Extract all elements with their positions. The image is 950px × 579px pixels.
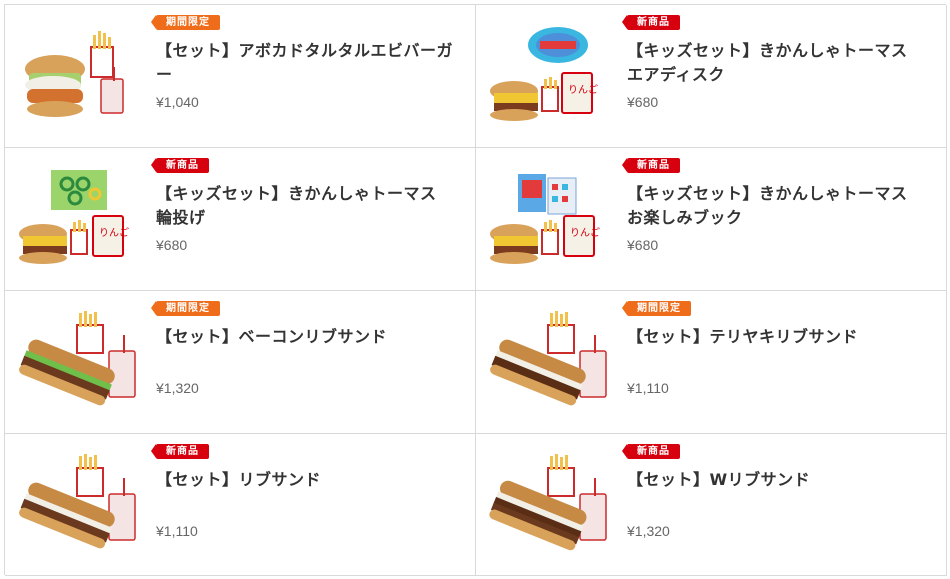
double-rib-sandwich-set-image: [489, 454, 607, 551]
menu-item-card[interactable]: 期間限定 【セット】ベーコンリブサンド ¥1,320: [5, 291, 476, 434]
teriyaki-rib-sandwich-set-image: [490, 311, 607, 406]
item-price: ¥1,320: [627, 523, 670, 539]
kids-set-fun-book-image: りんご: [490, 174, 600, 264]
menu-grid: 期間限定 【セット】アボカドタルタルエビバーガー ¥1,040 りんご 新商品 …: [4, 4, 947, 576]
kids-set-air-disc-image: りんご: [490, 27, 598, 121]
menu-item-card[interactable]: 新商品 【セット】Wリブサンド ¥1,320: [476, 434, 947, 576]
item-price: ¥680: [156, 237, 188, 253]
new-badge: 新商品: [622, 158, 680, 173]
menu-item-card[interactable]: りんご 新商品 【キッズセット】きかんしゃトーマス 輪投げ ¥680: [5, 148, 476, 291]
menu-item-card[interactable]: 期間限定 【セット】テリヤキリブサンド ¥1,110: [476, 291, 947, 434]
item-name: 【キッズセット】きかんしゃトーマス エアディスク: [627, 41, 908, 84]
item-price: ¥1,320: [156, 380, 199, 396]
limited-badge: 期間限定: [151, 15, 220, 30]
kids-set-ring-toss-image: りんご: [19, 170, 129, 264]
rib-sandwich-set-image: [19, 454, 136, 549]
item-price: ¥1,040: [156, 94, 199, 110]
new-badge: 新商品: [622, 444, 680, 459]
new-badge: 新商品: [622, 15, 680, 30]
svg-text:りんご: りんご: [99, 226, 129, 239]
item-price: ¥680: [627, 237, 659, 253]
item-name: 【セット】リブサンド: [156, 470, 322, 489]
item-price: ¥1,110: [156, 523, 198, 539]
menu-item-card[interactable]: 期間限定 【セット】アボカドタルタルエビバーガー ¥1,040: [5, 5, 476, 148]
svg-text:りんご: りんご: [568, 83, 598, 96]
item-name: 【セット】テリヤキリブサンド: [627, 327, 859, 346]
item-name: 【セット】アボカドタルタルエビバーガー: [156, 41, 454, 84]
menu-item-card[interactable]: りんご 新商品 【キッズセット】きかんしゃトーマス エアディスク ¥680: [476, 5, 947, 148]
limited-badge: 期間限定: [622, 301, 691, 316]
bacon-rib-sandwich-set-image: [19, 311, 136, 406]
item-name: 【セット】ベーコンリブサンド: [156, 327, 388, 346]
limited-badge: 期間限定: [151, 301, 220, 316]
item-name: 【キッズセット】きかんしゃトーマス 輪投げ: [156, 184, 437, 227]
item-price: ¥1,110: [627, 380, 669, 396]
new-badge: 新商品: [151, 444, 209, 459]
new-badge: 新商品: [151, 158, 209, 173]
svg-text:りんご: りんご: [570, 226, 600, 239]
avocado-shrimp-burger-set-image: [25, 31, 124, 117]
menu-item-card[interactable]: 新商品 【セット】リブサンド ¥1,110: [5, 434, 476, 576]
item-name: 【キッズセット】きかんしゃトーマス お楽しみブック: [627, 184, 908, 227]
item-price: ¥680: [627, 94, 659, 110]
menu-item-card[interactable]: りんご 新商品 【キッズセット】きかんしゃトーマス お楽しみブック ¥680: [476, 148, 947, 291]
item-name: 【セット】Wリブサンド: [627, 470, 811, 489]
